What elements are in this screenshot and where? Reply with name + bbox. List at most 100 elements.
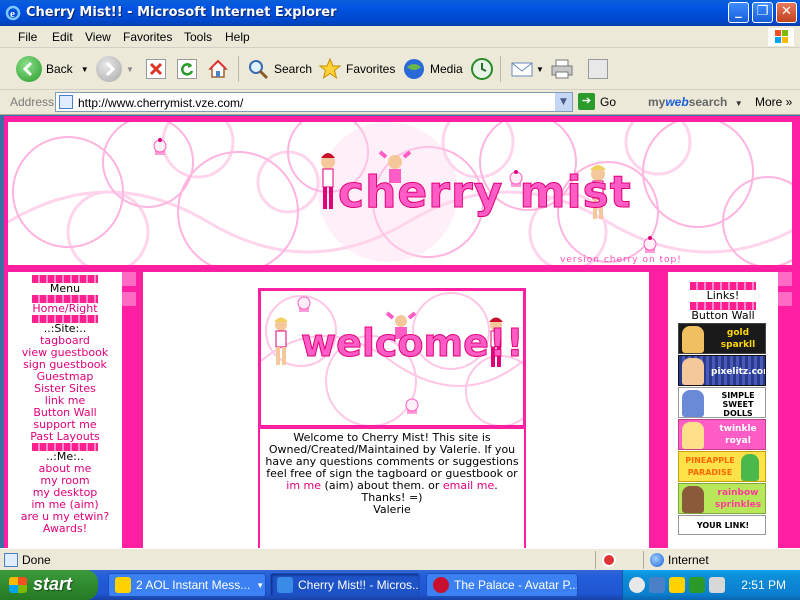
stop-icon [146,59,166,79]
status-text: Done [22,553,51,567]
print-button[interactable] [550,54,574,84]
menu-favorites[interactable]: Favorites [123,30,172,44]
button-label: rainbow sprinkles [714,488,762,510]
link-button-simple-sweet-dolls[interactable]: SIMPLE SWEET DOLLS [678,387,766,418]
menu-edit[interactable]: Edit [52,30,73,44]
address-bar: Address http://www.cherrymist.vze.com/ ▼… [0,90,800,115]
mywebsearch-toolbar[interactable]: mywebsearch ▼ [648,95,743,109]
cupcake-icon [643,236,657,253]
doll-figure-icon [274,317,288,365]
taskbar-item-label: Cherry Mist!! - Micros... [298,578,420,592]
welcome-message-box: Welcome to Cherry Mist! This site is Own… [258,427,526,548]
menu-bar: File Edit View Favorites Tools Help [0,26,800,48]
link-button-pineapple-paradise[interactable]: PINEAPPLE PARADISE [678,451,766,482]
history-button[interactable] [470,54,494,84]
button-wall-title: Button Wall [691,309,755,322]
more-button[interactable]: More » [755,95,792,109]
nav-link-past-layouts[interactable]: Past Layouts [8,431,122,443]
edit-page-button[interactable] [588,54,608,84]
right-sidebar: Links! Button Wall gold sparkll pixelitz… [668,272,792,548]
cupcake-icon [297,296,311,312]
forward-button[interactable]: ▼ [96,54,134,84]
nav-menu-title: Menu [49,282,81,295]
im-me-link[interactable]: im me [286,479,321,492]
link-button-your-link[interactable]: YOUR LINK! [678,515,766,535]
home-icon [207,58,229,80]
refresh-button[interactable] [177,54,197,84]
links-title: Links! [706,289,740,302]
tray-app-icon[interactable] [689,577,705,593]
welcome-intro-text: Welcome to Cherry Mist! This site is Own… [265,431,519,480]
close-button[interactable]: ✕ [776,2,797,23]
doll-avatar-icon [682,358,704,385]
tray-network-icon[interactable] [649,577,665,593]
tray-expand-icon[interactable] [629,577,645,593]
back-button[interactable]: Back ▼ [16,54,89,84]
favorites-star-icon [318,57,342,81]
tray-aim-icon[interactable] [669,577,685,593]
address-url[interactable]: http://www.cherrymist.vze.com/ [78,96,243,110]
group-dropdown-icon: ▼ [256,580,265,590]
link-button-pixelitz[interactable]: pixelitz.com [678,355,766,386]
page-done-icon [4,553,18,567]
menu-file[interactable]: File [18,30,37,44]
column-border [649,272,661,548]
address-input[interactable]: http://www.cherrymist.vze.com/ ▼ [55,92,573,112]
window-title: Cherry Mist!! - Microsoft Internet Explo… [26,5,337,20]
taskbar-item-cherry-mist[interactable]: Cherry Mist!! - Micros... [270,573,420,597]
button-label: twinkle royal [719,424,757,446]
welcome-banner-title: welcome!! [301,321,524,366]
start-label: start [33,574,73,594]
welcome-banner: welcome!! [258,288,526,428]
windows-flag-icon [9,577,27,593]
menu-tools[interactable]: Tools [184,30,212,44]
go-button[interactable]: ➔ Go [578,93,616,110]
taskbar-item-label: 2 AOL Instant Mess... [136,578,251,592]
doll-avatar-icon [682,326,704,353]
stop-button[interactable] [146,54,166,84]
taskbar-item-the-palace[interactable]: The Palace - Avatar P... [426,573,578,597]
forward-dropdown-icon[interactable]: ▼ [126,65,134,74]
maximize-button[interactable]: ❐ [752,2,773,23]
mail-button[interactable]: ▼ [510,54,544,84]
menu-help[interactable]: Help [225,30,250,44]
palace-p-icon [433,577,449,593]
doll-avatar-icon [682,422,704,449]
link-button-gold-sparkll[interactable]: gold sparkll [678,323,766,354]
page-icon [59,95,73,109]
back-dropdown-icon[interactable]: ▼ [81,65,89,74]
taskbar-clock[interactable]: 2:51 PM [741,578,786,592]
menu-view[interactable]: View [85,30,111,44]
nav-link-home[interactable]: Home/Right [8,303,122,315]
go-label: Go [600,94,617,109]
tray-volume-icon[interactable] [709,577,725,593]
forward-arrow-icon [96,56,122,82]
web-page-content: cherry mist version cherry on top! Menu … [4,116,800,548]
search-label: Search [274,62,313,76]
address-dropdown-icon[interactable]: ▼ [555,93,572,111]
main-content: welcome!! Welcome to Cherry Mist! This s… [143,272,661,548]
search-button[interactable]: Search [246,54,312,84]
mywebsearch-dropdown-icon[interactable]: ▼ [735,99,743,108]
minimize-button[interactable]: _ [728,2,749,23]
mail-dropdown-icon[interactable]: ▼ [536,65,544,74]
history-icon [470,57,494,81]
windows-logo-icon [768,28,794,46]
taskbar: start 2 AOL Instant Mess... ▼ Cherry Mis… [0,570,800,600]
media-icon [402,57,426,81]
button-label: pixelitz.com [711,367,765,377]
link-button-twinkle-royal[interactable]: twinkle royal [678,419,766,450]
home-button[interactable] [207,54,229,84]
address-label: Address [10,95,55,109]
taskbar-item-aim[interactable]: 2 AOL Instant Mess... ▼ [108,573,266,597]
email-me-link[interactable]: email me [443,479,494,492]
taskbar-item-label: The Palace - Avatar P... [454,578,578,592]
nav-link-awards[interactable]: Awards! [8,523,122,535]
start-button[interactable]: start [0,570,98,600]
button-label: SIMPLE SWEET DOLLS [721,391,755,418]
media-button[interactable]: Media [402,54,463,84]
link-button-rainbow-sprinkles[interactable]: rainbow sprinkles [678,483,766,514]
favorites-button[interactable]: Favorites [318,54,395,84]
doll-avatar-icon [682,390,704,417]
cupcake-icon [405,398,419,414]
